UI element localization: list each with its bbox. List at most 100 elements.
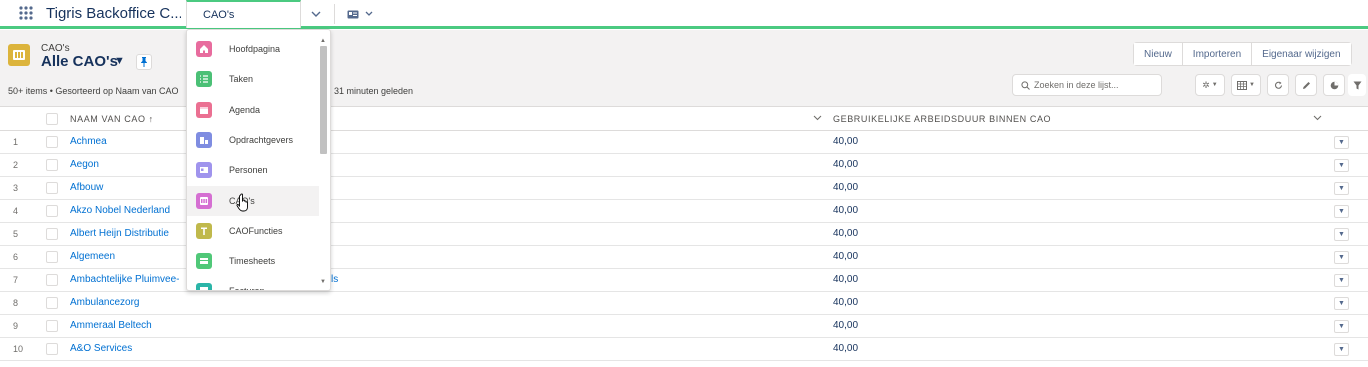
cao-name-link[interactable]: Akzo Nobel Nederland — [70, 205, 170, 216]
menu-item-agenda[interactable]: Agenda — [187, 95, 319, 125]
row-checkbox[interactable] — [46, 182, 58, 194]
menu-item-timesheets[interactable]: Timesheets — [187, 246, 319, 276]
list-search-input[interactable]: Zoeken in deze lijst... — [1012, 74, 1162, 96]
invoice-icon — [196, 283, 212, 290]
row-action-menu[interactable]: ▼ — [1334, 274, 1349, 287]
table-row[interactable]: 8 Ambulancezorg 40,00 ▼ — [0, 292, 1368, 315]
table-icon — [1237, 80, 1248, 90]
tab-caos[interactable]: CAO's — [186, 0, 301, 28]
row-number: 10 — [13, 344, 24, 354]
arbeidsduur-value: 40,00 — [833, 251, 859, 262]
sort-up-icon: ↑ — [148, 114, 154, 124]
inline-edit-button[interactable] — [1295, 74, 1317, 96]
app-launcher-icon[interactable] — [8, 0, 44, 26]
caret-down-icon: ▼ — [1338, 231, 1345, 238]
row-checkbox[interactable] — [46, 274, 58, 286]
row-number: 8 — [13, 298, 19, 308]
row-checkbox[interactable] — [46, 228, 58, 240]
pencil-icon — [1302, 81, 1310, 89]
contact-card-icon — [347, 10, 358, 18]
row-action-menu[interactable]: ▼ — [1334, 182, 1349, 195]
search-icon — [1021, 80, 1030, 90]
change-owner-button[interactable]: Eigenaar wijzigen — [1252, 43, 1351, 65]
cao-name-link[interactable]: Afbouw — [70, 182, 103, 193]
table-row[interactable]: 10 A&O Services 40,00 ▼ — [0, 338, 1368, 361]
row-checkbox[interactable] — [46, 343, 58, 355]
filter-icon — [1353, 81, 1361, 89]
row-action-menu[interactable]: ▼ — [1334, 205, 1349, 218]
scrollbar-thumb[interactable] — [320, 46, 327, 154]
caret-down-icon: ▼ — [1338, 254, 1345, 261]
row-checkbox[interactable] — [46, 136, 58, 148]
cao-name-link[interactable]: Aegon — [70, 159, 99, 170]
caret-down-icon: ▼ — [1338, 346, 1345, 353]
row-checkbox[interactable] — [46, 205, 58, 217]
menu-item-facturen[interactable]: Facturen — [187, 276, 319, 290]
cao-name-link[interactable]: Algemeen — [70, 251, 115, 262]
cao-name-link[interactable]: Albert Heijn Distributie — [70, 228, 169, 239]
cao-name-link[interactable]: Ambulancezorg — [70, 297, 139, 308]
refresh-button[interactable] — [1267, 74, 1289, 96]
pin-button[interactable] — [136, 54, 152, 70]
caret-down-icon: ▼ — [1338, 277, 1345, 284]
column-header-arbeidsduur[interactable]: GEBRUIKELIJKE ARBEIDSDUUR BINNEN CAO — [833, 114, 1051, 124]
chevron-down-icon[interactable] — [813, 113, 822, 124]
menu-item-hoofdpagina[interactable]: Hoofdpagina — [187, 34, 319, 64]
menu-item-caofuncties[interactable]: CAOFuncties — [187, 216, 319, 246]
list-view-title[interactable]: Alle CAO's — [41, 53, 118, 70]
menu-item-taken[interactable]: Taken — [187, 64, 319, 94]
row-number: 3 — [13, 183, 19, 193]
menu-item-opdrachtgevers[interactable]: Opdrachtgevers — [187, 125, 319, 155]
menu-item-label: Personen — [229, 165, 268, 176]
cao-name-link[interactable]: A&O Services — [70, 343, 132, 354]
row-checkbox[interactable] — [46, 320, 58, 332]
nav-items-menu[interactable] — [334, 4, 378, 24]
arbeidsduur-value: 40,00 — [833, 320, 859, 331]
row-action-menu[interactable]: ▼ — [1334, 159, 1349, 172]
action-button-group: Nieuw Importeren Eigenaar wijzigen — [1133, 42, 1352, 66]
select-all-checkbox[interactable] — [46, 113, 58, 125]
cao-name-link[interactable]: Ambachtelijke Pluimvee- — [70, 274, 180, 285]
import-button[interactable]: Importeren — [1182, 43, 1253, 65]
app-name: Tigris Backoffice C... — [46, 4, 181, 22]
row-action-menu[interactable]: ▼ — [1334, 297, 1349, 310]
chevron-down-icon[interactable] — [305, 5, 327, 23]
row-action-menu[interactable]: ▼ — [1334, 320, 1349, 333]
caret-down-icon: ▼ — [1338, 300, 1345, 307]
row-action-menu[interactable]: ▼ — [1334, 251, 1349, 264]
cao-name-link-tail[interactable]: ls — [331, 274, 338, 285]
chart-button[interactable] — [1323, 74, 1345, 96]
caret-down-icon: ▼ — [1211, 82, 1218, 88]
row-checkbox[interactable] — [46, 251, 58, 263]
chevron-down-icon[interactable] — [1313, 113, 1322, 123]
scroll-up-icon[interactable]: ▲ — [320, 38, 326, 44]
menu-item-label: Timesheets — [229, 256, 276, 267]
list-meta-info: 50+ items • Gesorteerd op Naam van CAO — [8, 86, 179, 96]
list-settings-button[interactable]: ✲ ▼ — [1195, 74, 1225, 96]
cao-name-link[interactable]: Ammeraal Beltech — [70, 320, 152, 331]
row-number: 7 — [13, 275, 19, 285]
caret-down-icon: ▼ — [1338, 323, 1345, 330]
filter-button[interactable] — [1348, 74, 1366, 96]
calendar-icon — [196, 101, 212, 118]
row-action-menu[interactable]: ▼ — [1334, 228, 1349, 241]
caret-down-icon: ▼ — [1338, 185, 1345, 192]
table-row[interactable]: 9 Ammeraal Beltech 40,00 ▼ — [0, 315, 1368, 338]
row-checkbox[interactable] — [46, 297, 58, 309]
row-number: 6 — [13, 252, 19, 262]
row-checkbox[interactable] — [46, 159, 58, 171]
scroll-down-icon[interactable]: ▼ — [320, 279, 326, 285]
display-as-button[interactable]: ▼ — [1231, 74, 1261, 96]
caret-down-icon: ▼ — [1249, 82, 1255, 88]
new-button[interactable]: Nieuw — [1134, 43, 1183, 65]
row-action-menu[interactable]: ▼ — [1334, 343, 1349, 356]
cao-name-link[interactable]: Achmea — [70, 136, 107, 147]
caret-down-icon[interactable]: ▼ — [114, 55, 125, 67]
row-action-menu[interactable]: ▼ — [1334, 136, 1349, 149]
menu-item-personen[interactable]: Personen — [187, 155, 319, 185]
column-header-name[interactable]: NAAM VAN CAO ↑ — [70, 114, 154, 124]
caret-down-icon: ▼ — [1338, 139, 1345, 146]
menu-item-cao-s[interactable]: CAO's — [187, 185, 319, 216]
row-number: 5 — [13, 229, 19, 239]
arbeidsduur-value: 40,00 — [833, 182, 859, 193]
